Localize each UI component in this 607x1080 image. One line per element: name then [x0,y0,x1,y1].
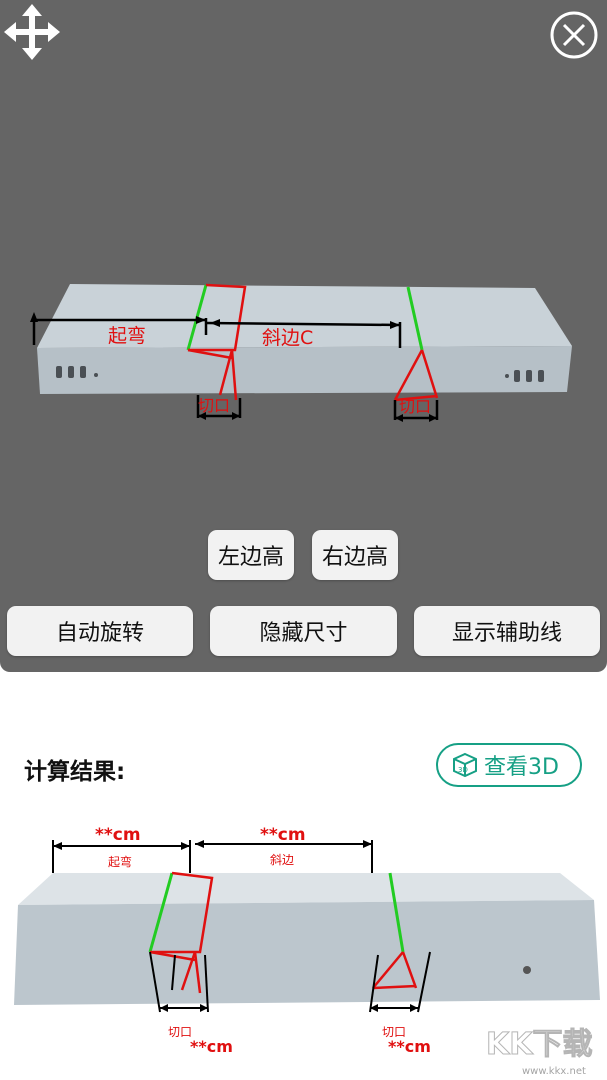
bend-label: 起弯 [108,325,146,347]
move-icon[interactable] [4,4,60,60]
tray-model[interactable]: 起弯 斜边C 切口 切口 [0,270,607,440]
cut-left-label: 切口 [198,396,230,415]
cut-left-value: **cm [190,1037,233,1056]
cut-right-value: **cm [388,1037,431,1056]
view-3d-label: 查看3D [484,755,559,780]
close-icon[interactable] [549,10,599,60]
model-viewer[interactable]: 起弯 斜边C 切口 切口 左边高 右边高 自动旋转 隐藏尺寸 显示辅助线 [0,0,607,672]
bend-value: **cm [95,825,141,845]
bevel-label-2d: 斜边 [270,853,294,867]
bend-label-2d: 起弯 [108,854,132,869]
watermark-brand: KK下载 [486,1027,593,1062]
auto-rotate-button[interactable]: 自动旋转 [7,606,193,656]
left-height-button[interactable]: 左边高 [208,530,294,580]
hide-size-button[interactable]: 隐藏尺寸 [210,606,397,656]
kk-watermark-logo: KK下载 www.kkx.net [486,1027,594,1078]
bevel-c-label: 斜边C [262,327,313,349]
right-height-button[interactable]: 右边高 [312,530,398,580]
bevel-value: **cm [260,825,306,845]
results-title: 计算结果: [24,759,126,785]
svg-text:3D: 3D [458,766,468,774]
cut-right-label: 切口 [399,397,431,416]
view-3d-button[interactable]: 3D 查看3D [436,743,582,787]
cube-3d-icon: 3D [453,752,477,778]
watermark-url: www.kkx.net [522,1066,586,1077]
show-guides-button[interactable]: 显示辅助线 [414,606,600,656]
cut-left-label-2d: 切口 [168,1025,192,1039]
